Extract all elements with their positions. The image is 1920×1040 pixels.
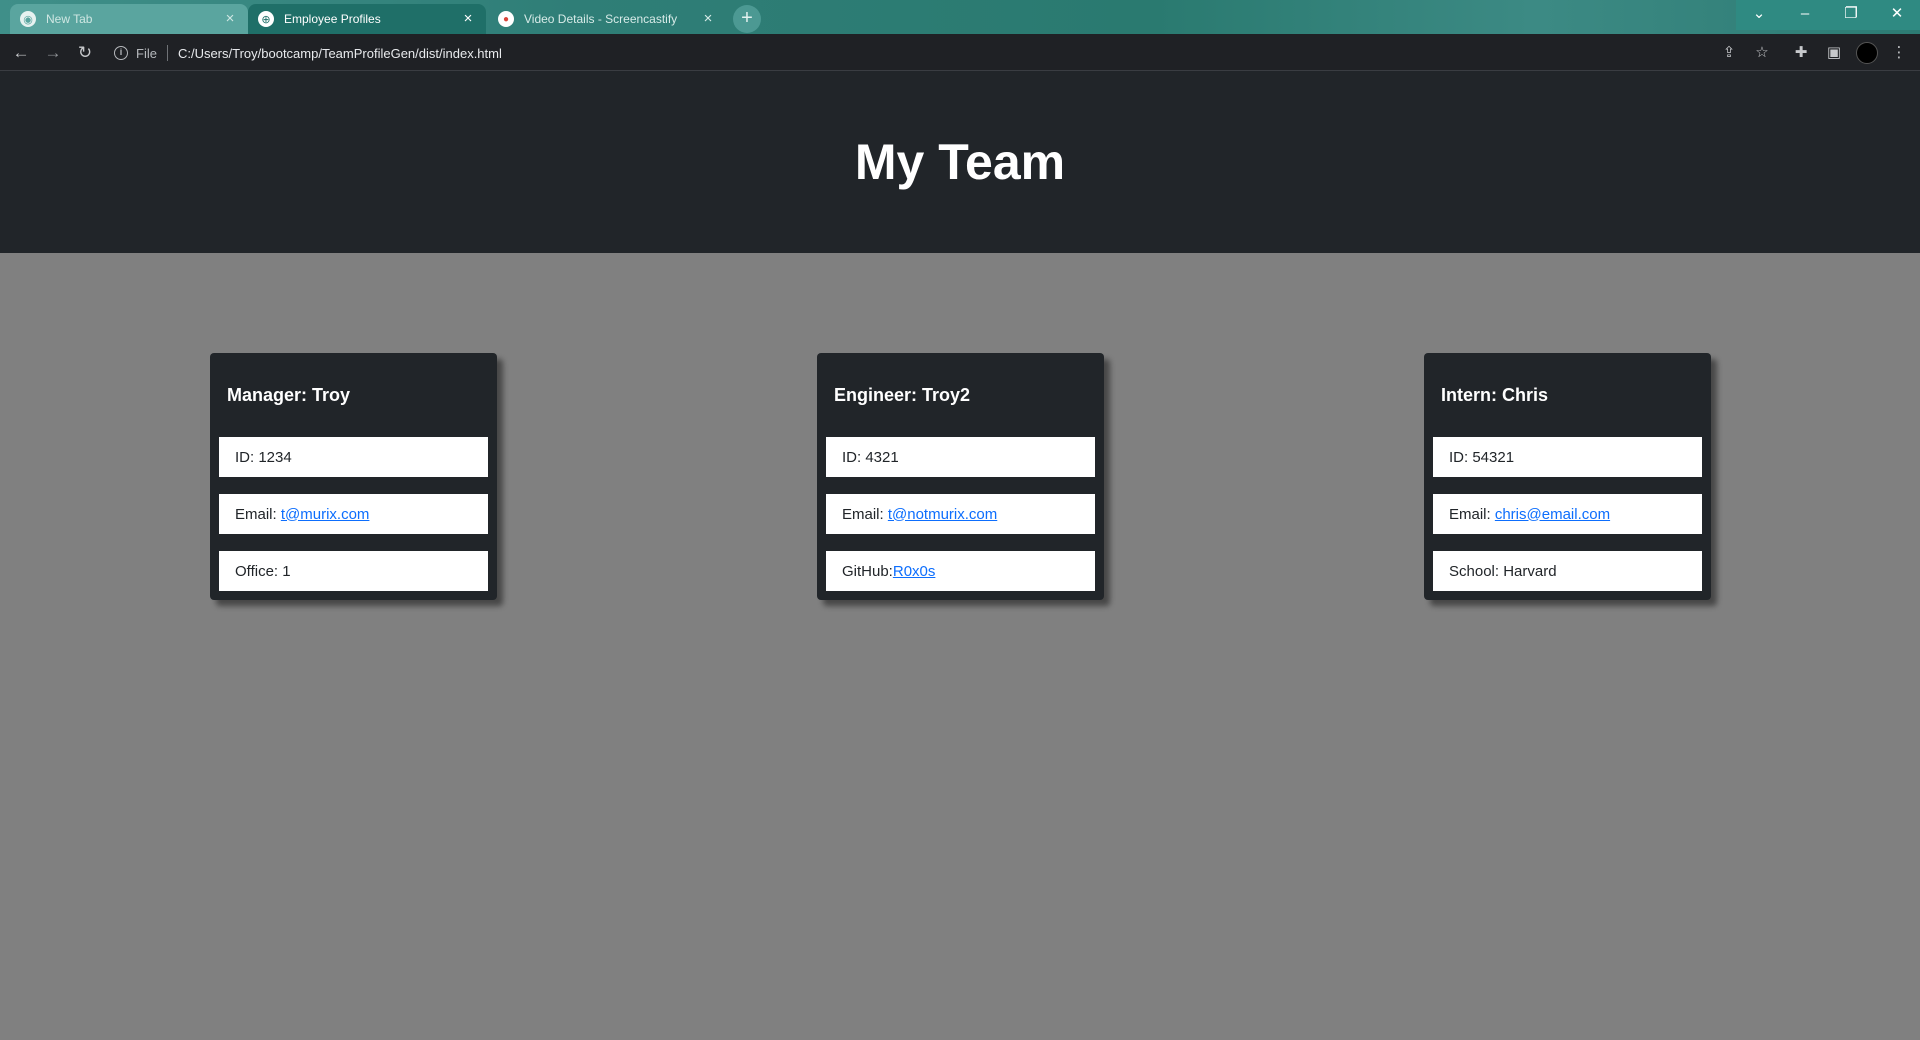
back-arrow-icon[interactable]: ←	[7, 39, 35, 67]
bookmark-star-icon[interactable]: ☆	[1748, 39, 1776, 67]
tab-label: New Tab	[46, 12, 93, 26]
tab-label: Video Details - Screencastify	[524, 12, 678, 26]
card-title: Intern: Chris	[1441, 385, 1549, 405]
employee-card-engineer: Engineer: Troy2 ID: 4321 Email: t@notmur…	[817, 353, 1104, 600]
email-link[interactable]: chris@email.com	[1495, 506, 1610, 523]
chrome-icon: ◉	[20, 11, 36, 27]
email-label: Email:	[842, 505, 888, 523]
employee-card-manager: Manager: Troy ID: 1234 Email: t@murix.co…	[210, 353, 497, 600]
email-link[interactable]: t@murix.com	[281, 506, 370, 523]
close-icon[interactable]: ×	[460, 11, 476, 27]
card-office-row: Office: 1	[219, 551, 488, 591]
page-title: My Team	[854, 134, 1066, 190]
card-email-row: Email: t@notmurix.com	[826, 494, 1095, 534]
card-id-row: ID: 4321	[826, 437, 1095, 477]
new-tab-button[interactable]: +	[733, 5, 761, 33]
card-school-row: School: Harvard	[1433, 551, 1702, 591]
tab-employee-profiles[interactable]: ⊕ Employee Profiles ×	[248, 4, 486, 34]
card-id-row: ID: 1234	[219, 437, 488, 477]
address-divider	[166, 45, 168, 61]
card-title: Manager: Troy	[227, 385, 351, 405]
tab-screencastify[interactable]: ● Video Details - Screencastify ×	[488, 4, 726, 34]
address-url[interactable]: C:/Users/Troy/bootcamp/TeamProfileGen/di…	[178, 46, 502, 61]
share-icon[interactable]: ⇪	[1715, 39, 1743, 67]
browser-tab-strip: ◉ New Tab × ⊕ Employee Profiles × ● Vide…	[0, 0, 1920, 34]
browser-toolbar: ← → ↻ i File C:/Users/Troy/bootcamp/Team…	[0, 34, 1920, 71]
screencastify-icon: ●	[498, 11, 514, 27]
github-label: GitHub:	[842, 562, 893, 580]
close-icon[interactable]: ×	[222, 11, 238, 27]
menu-kebab-icon[interactable]: ⋮	[1885, 39, 1913, 67]
side-panel-icon[interactable]: ▣	[1820, 39, 1848, 67]
email-label: Email:	[1449, 505, 1495, 523]
email-link[interactable]: t@notmurix.com	[888, 506, 997, 523]
github-link[interactable]: R0x0s	[893, 563, 936, 580]
card-id-row: ID: 54321	[1433, 437, 1702, 477]
globe-icon: ⊕	[258, 11, 274, 27]
card-github-row: GitHub: R0x0s	[826, 551, 1095, 591]
profile-avatar-icon[interactable]	[1853, 39, 1881, 67]
employee-card-intern: Intern: Chris ID: 54321 Email: chris@ema…	[1424, 353, 1711, 600]
address-scheme: File	[136, 45, 157, 61]
tab-label: Employee Profiles	[284, 12, 381, 26]
close-icon[interactable]: ×	[700, 11, 716, 27]
extensions-puzzle-icon[interactable]: ✚	[1787, 39, 1815, 67]
address-bar[interactable]: i File C:/Users/Troy/bootcamp/TeamProfil…	[114, 39, 502, 67]
tab-new-tab[interactable]: ◉ New Tab ×	[10, 4, 248, 34]
window-close-icon[interactable]: ✕	[1874, 0, 1920, 30]
card-email-row: Email: t@murix.com	[219, 494, 488, 534]
page-header: My Team	[0, 71, 1920, 253]
forward-arrow-icon[interactable]: →	[39, 39, 67, 67]
info-icon[interactable]: i	[114, 46, 128, 60]
minimize-icon[interactable]: –	[1782, 0, 1828, 30]
card-title: Engineer: Troy2	[834, 385, 971, 405]
card-email-row: Email: chris@email.com	[1433, 494, 1702, 534]
reload-icon[interactable]: ↻	[71, 39, 99, 67]
email-label: Email:	[235, 505, 281, 523]
tab-search-icon[interactable]: ⌄	[1736, 0, 1782, 30]
restore-icon[interactable]: ❐	[1828, 0, 1874, 30]
